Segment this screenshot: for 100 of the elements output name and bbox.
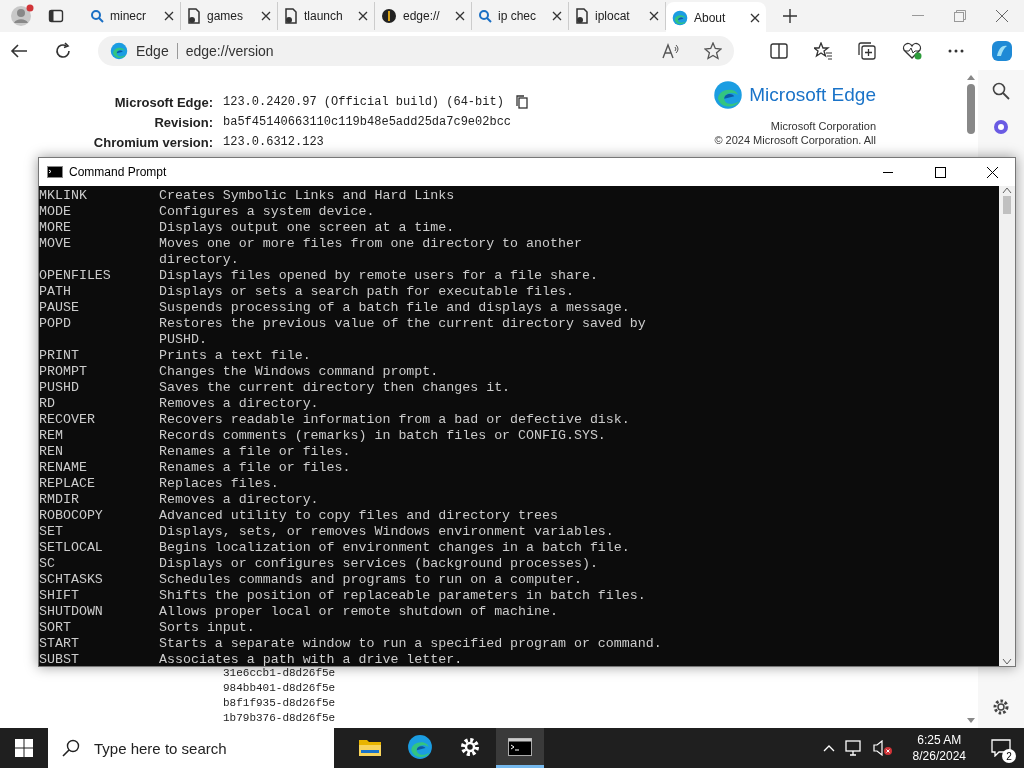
new-tab-icon[interactable]: [782, 8, 798, 24]
command-description: Removes a directory.: [159, 396, 319, 412]
favorites-icon[interactable]: [814, 42, 832, 60]
command-description: Prints a text file.: [159, 348, 311, 364]
scrollbar[interactable]: [999, 186, 1015, 666]
command-description: Recovers readable information from a bad or defective disk.: [159, 412, 630, 428]
command-name: MODE: [39, 204, 72, 220]
scroll-up-icon[interactable]: [967, 74, 975, 80]
command-name: MOVE: [39, 236, 72, 253]
command-name: RENAME: [39, 460, 88, 476]
hash-text: 1b79b376-d8d26f5e: [223, 711, 336, 726]
command-description: Displays, sets, or removes Windows environment variables.: [159, 524, 614, 540]
close-icon[interactable]: [986, 166, 998, 178]
edge-icon: [110, 42, 128, 60]
edge-logo: [713, 80, 744, 110]
clock-date[interactable]: 8/26/2024: [912, 748, 966, 764]
split-screen-icon[interactable]: [770, 43, 788, 59]
command-description: Begins localization of environment changes in a batch file.: [159, 540, 630, 556]
scrollbar-thumb[interactable]: [967, 84, 975, 134]
scroll-up-icon[interactable]: [1002, 186, 1012, 194]
command-description: Configures a system device.: [159, 204, 375, 220]
edge-icon: [407, 733, 433, 760]
close-icon[interactable]: [261, 11, 271, 21]
collections-icon[interactable]: [858, 42, 876, 60]
copilot-icon[interactable]: [990, 39, 1014, 63]
tab-actions-icon[interactable]: [48, 8, 64, 24]
scrollbar-thumb[interactable]: [1003, 196, 1011, 214]
close-icon[interactable]: [164, 11, 174, 21]
browser-tab[interactable]: tlaunch: [278, 2, 375, 30]
command-name: PROMPT: [39, 364, 88, 380]
back-icon[interactable]: [10, 43, 28, 59]
taskbar-app[interactable]: [496, 728, 544, 768]
refresh-icon[interactable]: [54, 42, 72, 60]
command-name: ROBOCOPY: [39, 508, 104, 524]
restore-icon[interactable]: [954, 10, 966, 22]
browser-tab[interactable]: About: [666, 2, 766, 34]
command-name: REM: [39, 428, 64, 444]
copy-icon[interactable]: [516, 95, 528, 109]
command-description: Displays files opened by remote users for a file share.: [159, 268, 598, 284]
command-name: SORT: [39, 620, 72, 636]
minimize-icon[interactable]: [883, 171, 893, 173]
app-icon[interactable]: [992, 118, 1010, 136]
command-description: Starts a separate window to run a specified program or command.: [159, 636, 662, 652]
version-value: 123.0.6312.123: [223, 135, 324, 149]
command-description: PUSHD.: [159, 332, 208, 348]
notifications-button[interactable]: 2: [986, 733, 1016, 763]
search-icon: [62, 739, 80, 757]
command-name: REPLACE: [39, 476, 96, 492]
command-name: SET: [39, 524, 64, 540]
command-description: Records comments (remarks) in batch files or CONFIG.SYS.: [159, 428, 606, 444]
browser-tab[interactable]: games: [181, 2, 278, 30]
hash-text: b8f1f935-d8d26f5e: [223, 696, 336, 711]
read-aloud-icon[interactable]: [662, 43, 680, 59]
search-icon: [90, 9, 104, 23]
close-icon[interactable]: [649, 11, 659, 21]
browser-tab[interactable]: minecr: [84, 2, 181, 30]
command-name: RECOVER: [39, 412, 96, 428]
close-icon[interactable]: [750, 13, 760, 23]
command-name: PATH: [39, 284, 72, 300]
command-name: RMDIR: [39, 492, 80, 508]
search-field[interactable]: Type here to search: [48, 728, 334, 768]
close-icon[interactable]: [455, 11, 465, 21]
search-icon[interactable]: [992, 82, 1010, 100]
command-description: Displays or sets a search path for executable files.: [159, 284, 574, 300]
chevron-up-icon[interactable]: [822, 744, 835, 752]
network-icon[interactable]: [844, 740, 863, 756]
command-description: Shifts the position of replaceable parameters in batch files.: [159, 588, 646, 604]
hash-text: 984bb401-d8d26f5e: [223, 681, 336, 696]
window-title: Command Prompt: [69, 165, 168, 179]
command-description: Saves the current directory then changes it.: [159, 380, 511, 396]
close-icon[interactable]: [552, 11, 562, 21]
notification-count: 2: [1002, 749, 1016, 763]
command-description: Advanced utility to copy files and directory trees: [159, 508, 558, 524]
close-icon[interactable]: [358, 11, 368, 21]
heartbeat-icon[interactable]: [902, 42, 922, 60]
command-name: REN: [39, 444, 64, 460]
version-label: Chromium version:: [92, 134, 214, 150]
version-value: 123.0.2420.97 (Official build) (64-bit): [223, 95, 504, 109]
copyright-text: © 2024 Microsoft Corporation. All: [714, 134, 876, 146]
browser-tab[interactable]: edge://: [375, 2, 472, 30]
command-name: SUBST: [39, 652, 80, 666]
more-icon[interactable]: [948, 49, 964, 53]
volume-muted-icon[interactable]: [872, 740, 893, 756]
document-icon: [284, 8, 298, 24]
browser-tab[interactable]: ip chec: [472, 2, 569, 30]
brand-name: Microsoft Edge: [749, 84, 876, 106]
settings-icon: [459, 735, 481, 758]
maximize-icon[interactable]: [934, 166, 946, 178]
profile-icon[interactable]: [10, 4, 34, 28]
command-name: PUSHD: [39, 380, 80, 396]
address-bar[interactable]: Edge edge://version: [98, 36, 734, 66]
clock-time[interactable]: 6:25 AM: [917, 732, 962, 748]
settings-icon[interactable]: [992, 698, 1010, 716]
search-icon: [478, 9, 492, 23]
command-name: MKLINK: [39, 188, 88, 204]
command-description: Creates Symbolic Links and Hard Links: [159, 188, 455, 204]
scroll-down-icon[interactable]: [967, 718, 975, 724]
scroll-down-icon[interactable]: [1002, 658, 1012, 666]
version-label: Microsoft Edge:: [113, 94, 214, 110]
favorite-star-icon[interactable]: [704, 42, 722, 60]
